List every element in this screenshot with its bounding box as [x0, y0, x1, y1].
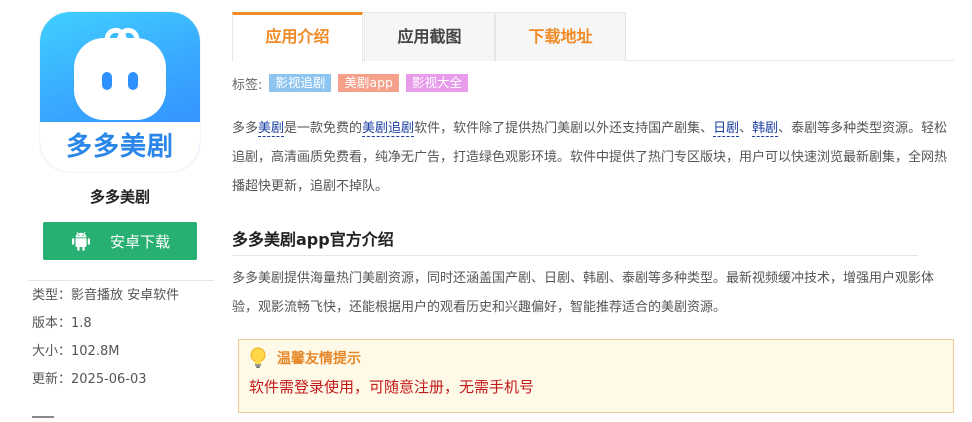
keyword-link[interactable]: 韩剧: [752, 121, 779, 137]
meta-type: 类型：影音播放 安卓软件: [32, 288, 180, 303]
tag-item[interactable]: 影视追剧: [269, 74, 332, 92]
tab-introduction[interactable]: 应用介绍: [232, 12, 363, 62]
app-detail-panel: 应用介绍 应用截图 下载地址 标签: 影视追剧 美剧app 影视大全 多多美剧是…: [232, 0, 972, 422]
tab-screenshots[interactable]: 应用截图: [364, 12, 495, 61]
tip-box: 温馨友情提示 软件需登录使用，可随意注册，无需手机号: [238, 339, 954, 413]
divider-fragment: [32, 416, 54, 418]
app-icon-text: 多多美剧: [65, 132, 174, 162]
tag-item[interactable]: 影视大全: [405, 74, 468, 92]
tag-bar: 标签: 影视追剧 美剧app 影视大全: [232, 73, 468, 93]
app-meta: 类型：影音播放 安卓软件 版本：1.8 大小：102.8M 更新：2025-06…: [32, 286, 216, 398]
keyword-link[interactable]: 美剧追剧: [362, 121, 415, 137]
meta-updated: 更新：2025-06-03: [32, 372, 147, 387]
tip-text: 软件需登录使用，可随意注册，无需手机号: [249, 378, 535, 396]
tip-title: 温馨友情提示: [277, 351, 361, 367]
android-icon: [72, 231, 90, 251]
keyword-link[interactable]: 美剧: [258, 121, 285, 137]
keyword-link[interactable]: 日剧: [713, 121, 740, 137]
download-label: 安卓下载: [109, 232, 170, 251]
app-sidebar: 多多美剧 多多美剧 安卓下载 类型：影音播放 安卓软件 版本：1.8 大小：10…: [28, 0, 216, 422]
tab-download-address[interactable]: 下载地址: [495, 12, 626, 61]
app-icon: 多多美剧: [40, 12, 200, 172]
android-download-button[interactable]: 安卓下载: [43, 222, 197, 260]
tags-label: 标签:: [232, 77, 263, 93]
section-title: 多多美剧app官方介绍: [232, 226, 918, 256]
meta-size: 大小：102.8M: [32, 344, 120, 359]
detail-tabs: 应用介绍 应用截图 下载地址: [232, 12, 954, 62]
app-name: 多多美剧: [89, 188, 150, 206]
tag-item[interactable]: 美剧app: [338, 74, 399, 92]
intro-paragraph: 多多美剧是一款免费的美剧追剧软件，软件除了提供热门美剧以外还支持国产剧集、日剧、…: [232, 121, 948, 194]
meta-version: 版本：1.8: [32, 316, 92, 331]
lightbulb-icon: [250, 347, 266, 368]
tv-face-icon: [74, 38, 166, 120]
section-paragraph: 多多美剧提供海量热门美剧资源，同时还涵盖国产剧、日剧、韩剧、泰剧等多种类型。最新…: [232, 271, 935, 315]
divider: [28, 280, 214, 281]
